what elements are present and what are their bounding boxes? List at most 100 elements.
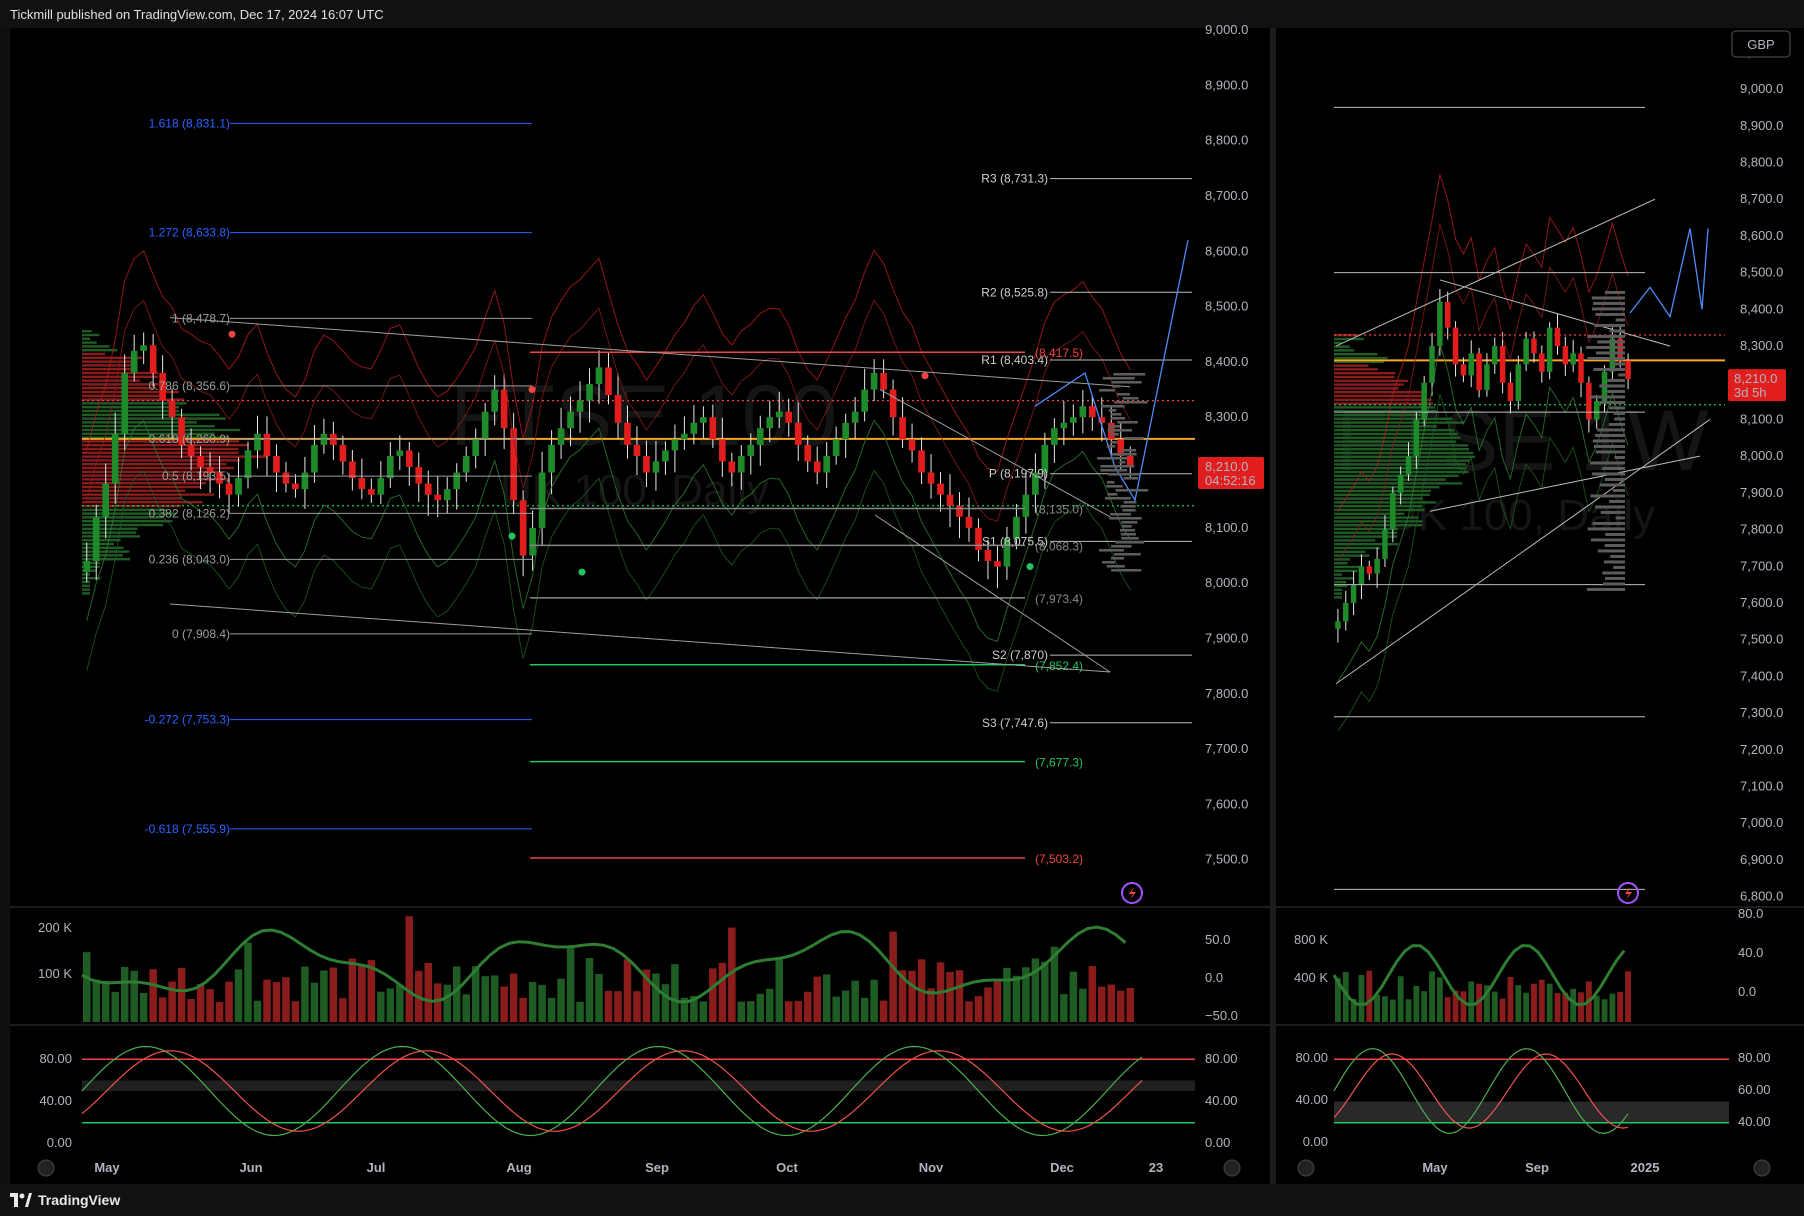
weekly-volume-profile-bar (1591, 538, 1625, 542)
price-tick-label: 8,600.0 (1205, 243, 1248, 258)
auto-scale-icon[interactable] (1753, 1159, 1771, 1177)
volume-profile-bar (1334, 558, 1350, 561)
panel-separator[interactable] (1270, 28, 1276, 1184)
candle-body (946, 494, 954, 506)
volume-profile-bar (1334, 539, 1376, 542)
fib-label: 0.618 (8,260.9) (149, 432, 230, 446)
pivot-label: S3 (7,747.6) (982, 716, 1048, 730)
right-volume-profile-bar (1111, 452, 1137, 456)
candle-body (728, 461, 736, 473)
last-price-value: 8,210.0 (1734, 371, 1777, 386)
volume-profile-bar (1334, 391, 1422, 394)
volume-profile-bar (1334, 535, 1398, 538)
currency-button[interactable]: GBP (1731, 30, 1791, 58)
volume-bar (339, 998, 347, 1022)
candle-body (937, 483, 944, 495)
fib-label: 1.618 (8,831.1) (149, 116, 230, 130)
volume-profile-bar (1334, 356, 1388, 360)
volume-profile-bar (82, 485, 202, 489)
volume-profile-bar (1334, 406, 1436, 409)
volume-bar (1405, 999, 1412, 1022)
right-volume-profile-bar (1114, 400, 1148, 404)
volume-bar (1554, 992, 1561, 1022)
weekly-volume-profile-bar (1605, 532, 1625, 536)
candle-body (197, 455, 204, 467)
weekly-volume-profile-bar (1591, 307, 1625, 311)
volume-bar (291, 1001, 300, 1022)
volume-bar (946, 972, 954, 1022)
weekly-volume-profile-bar (1610, 554, 1625, 558)
chart-canvas[interactable]: FTSE 100UK 100, Daily1.618 (8,831.1)1.27… (0, 0, 1804, 1184)
right-volume-profile-bar (1119, 460, 1126, 464)
right-volume-profile-bar (1115, 540, 1145, 544)
volume-bar (253, 1000, 262, 1022)
volume-bar (177, 967, 186, 1022)
weekly-last-price-tag[interactable]: 8,210.03d 5h (1728, 369, 1786, 402)
weekly-volume-profile-bar (1589, 395, 1625, 399)
right-volume-profile-bar (1119, 528, 1136, 532)
volume-profile-bar (82, 558, 131, 561)
volume-profile-bar (82, 345, 110, 348)
volume-profile-bar (1334, 524, 1423, 527)
candle-body (301, 472, 309, 490)
weekly-volume-profile-bar (1609, 329, 1625, 333)
candle-body (567, 411, 574, 429)
volume-bar (358, 966, 366, 1022)
volume-bar (908, 970, 916, 1022)
candle-body (975, 527, 982, 550)
weekly-volume-profile-bar (1593, 367, 1625, 371)
tradingview-logo-icon (10, 1193, 32, 1207)
volume-profile-bar (1334, 417, 1453, 420)
time-tick-label: Sep (645, 1160, 669, 1175)
volume-profile-bar (1334, 474, 1459, 477)
volume-bar (139, 992, 148, 1022)
candle-body (149, 345, 157, 373)
daily-last-price-tag[interactable]: 8,210.004:52:16 (1198, 457, 1264, 489)
price-tick-label: 6,900.0 (1740, 852, 1783, 867)
signal-dot (921, 372, 929, 380)
volume-profile-bar (82, 337, 90, 340)
weekly-volume-profile-bar (1603, 582, 1625, 586)
volume-bar (803, 991, 812, 1022)
candle-body (652, 461, 660, 473)
volume-bar (766, 988, 774, 1022)
volume-bar (585, 957, 594, 1022)
volume-profile-bar (1334, 455, 1475, 458)
level-label: (8,135.0) (1035, 502, 1083, 516)
time-tick-label: Aug (506, 1160, 531, 1175)
zoom-icon[interactable] (37, 1159, 55, 1177)
candle-body (1070, 417, 1077, 423)
right-volume-profile-bar (1111, 440, 1118, 444)
right-volume-profile-bar (1113, 372, 1146, 376)
volume-profile-bar (1334, 478, 1446, 481)
volume-profile-bar (1334, 543, 1399, 546)
weekly-volume-profile-bar (1597, 428, 1625, 432)
time-tick-label: Nov (919, 1160, 944, 1175)
volume-bar (83, 952, 91, 1022)
volume-bar (566, 946, 575, 1022)
volume-profile-bar (82, 333, 100, 337)
volume-profile-bar (82, 573, 90, 576)
candle-body (1586, 382, 1592, 420)
volume-bar (1593, 995, 1600, 1022)
right-volume-profile-bar (1115, 488, 1149, 492)
volume-bar (1397, 976, 1404, 1022)
volume-bar (1088, 966, 1097, 1022)
price-tick-label: 7,800.0 (1740, 522, 1783, 537)
zoom-icon[interactable] (1297, 1159, 1315, 1177)
candle-body (1051, 428, 1058, 445)
volume-bar (1107, 984, 1116, 1022)
right-volume-profile-bar (1102, 376, 1135, 380)
volume-bar (965, 1001, 973, 1022)
tradingview-logo[interactable]: TradingView (0, 1192, 120, 1208)
volume-bar (509, 973, 518, 1022)
price-tick-label: 8,800.0 (1740, 154, 1783, 169)
time-tick-label: Jul (367, 1160, 386, 1175)
volume-profile-bar (82, 535, 141, 538)
candle-body (140, 345, 147, 351)
auto-scale-icon[interactable] (1223, 1159, 1241, 1177)
price-tick-label: 8,900.0 (1205, 77, 1248, 92)
candle-body (1468, 353, 1474, 376)
last-price-countdown: 04:52:16 (1205, 473, 1256, 488)
candle-body (1460, 364, 1467, 376)
